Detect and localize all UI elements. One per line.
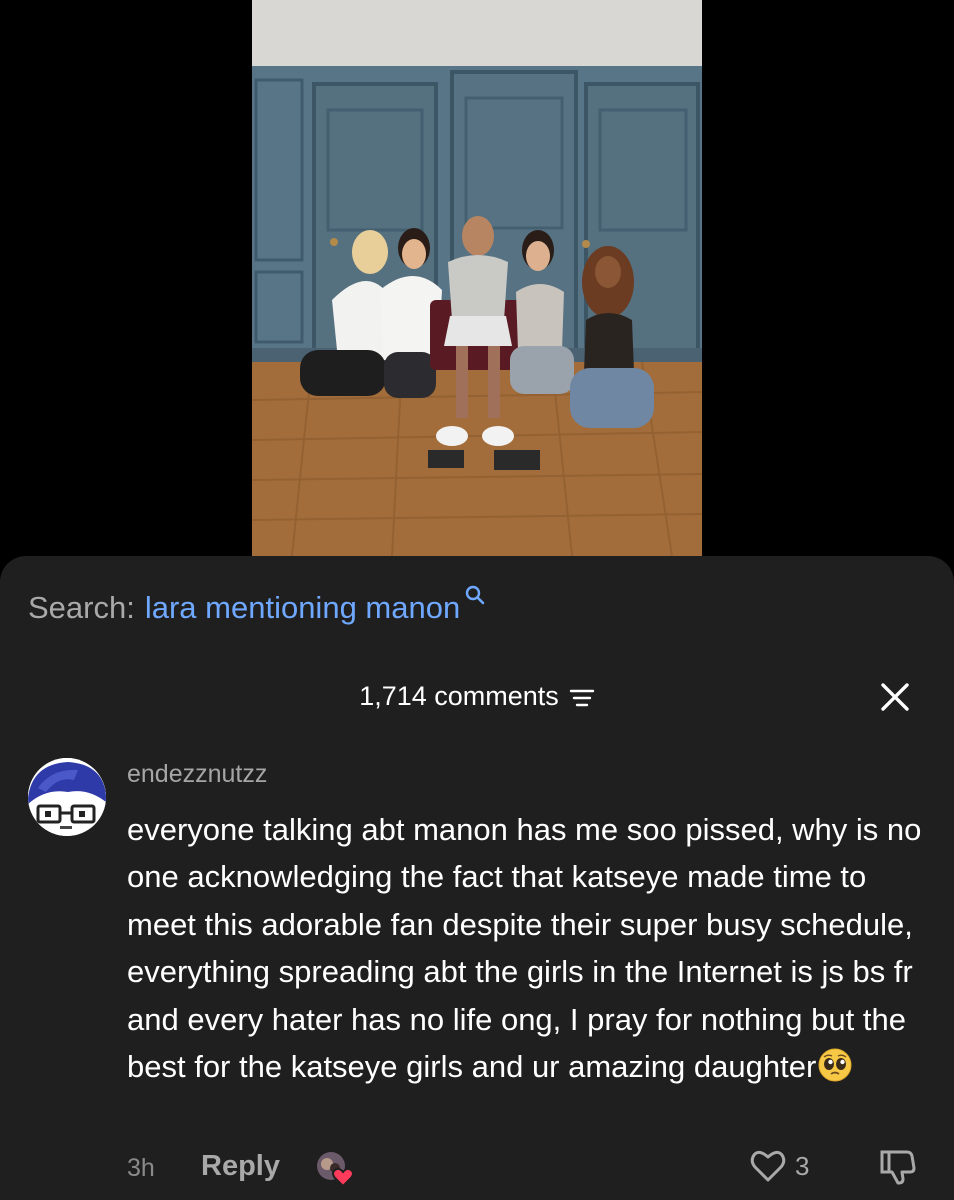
pleading-face-emoji xyxy=(818,1048,852,1082)
post-photo xyxy=(252,0,702,556)
like-button[interactable]: 3 xyxy=(749,1148,809,1184)
search-suggestion[interactable]: Search: lara mentioning manon xyxy=(28,585,486,634)
dislike-icon[interactable] xyxy=(879,1148,917,1186)
creator-liked-icon xyxy=(313,1146,357,1190)
sort-icon[interactable] xyxy=(569,685,595,707)
like-count: 3 xyxy=(795,1150,810,1181)
search-query-link[interactable]: lara mentioning manon xyxy=(145,590,460,626)
search-icon xyxy=(464,578,486,605)
comments-header[interactable]: 1,714 comments xyxy=(0,676,954,716)
comment-actions: 3h Reply 3 xyxy=(127,1146,927,1190)
heart-icon xyxy=(750,1150,786,1182)
comment-text: everyone talking abt manon has me soo pi… xyxy=(127,806,927,1090)
comment-text-content: everyone talking abt manon has me soo pi… xyxy=(127,812,922,1085)
search-label: Search: xyxy=(28,590,135,625)
comment-time: 3h xyxy=(127,1154,155,1182)
reply-button[interactable]: Reply xyxy=(201,1150,280,1183)
avatar[interactable] xyxy=(28,758,106,836)
comments-count: 1,714 comments xyxy=(359,680,559,711)
comment-username[interactable]: endezznutzz xyxy=(127,760,267,789)
close-icon[interactable] xyxy=(874,676,916,718)
